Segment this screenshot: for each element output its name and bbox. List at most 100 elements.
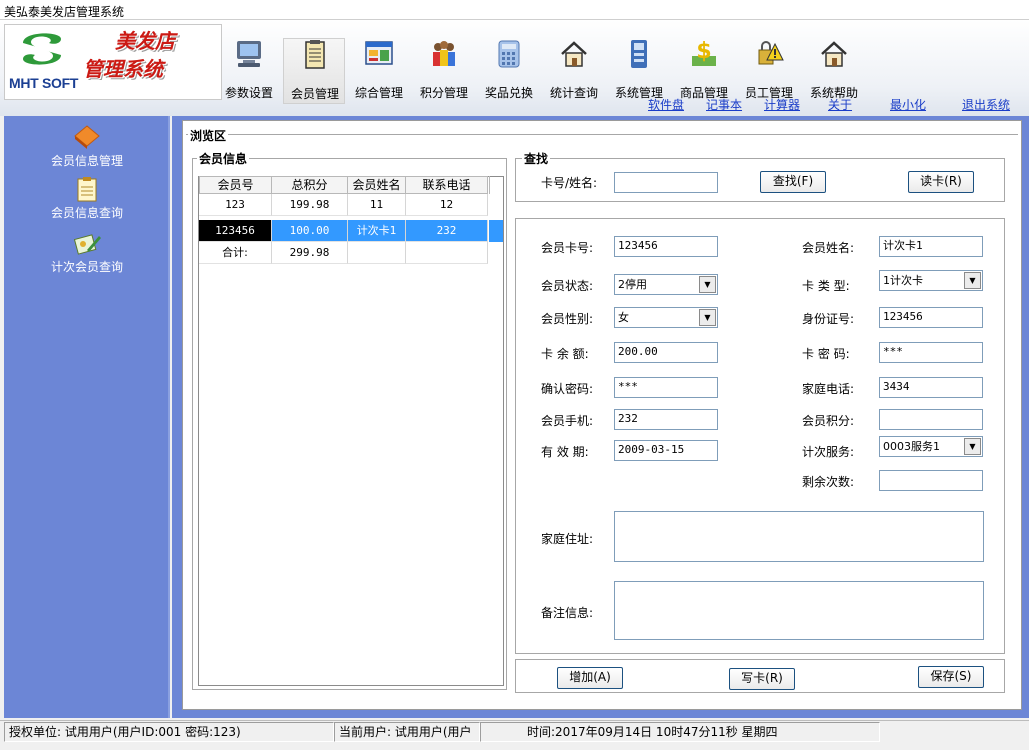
grid-cell: 100.00 [272,220,348,242]
table-row[interactable]: 123 199.98 11 12 [199,194,489,216]
home-phone-label: 家庭电话: [802,382,855,396]
member-info-title: 会员信息 [197,150,250,167]
member-name-field[interactable]: 计次卡1 [879,236,983,257]
table-row-selected[interactable]: 123456 100.00 计次卡1 232 [199,220,489,242]
grid-cell [406,242,488,264]
help-house-icon [821,41,847,67]
link-notepad[interactable]: 记事本 [706,96,742,113]
confirm-password-label: 确认密码: [541,382,594,396]
search-title: 查找 [522,150,551,167]
toolbar-system-help[interactable]: 系统帮助 [803,38,865,104]
gender-select[interactable]: 女 ▼ [614,307,718,328]
save-button[interactable]: 保存(S) [918,666,984,688]
diamond-icon [74,125,100,149]
toolbar-general-management[interactable]: 综合管理 [348,38,410,104]
card-type-select[interactable]: 1计次卡 ▼ [879,270,983,291]
logo-swoosh-icon [23,33,61,65]
member-name-label: 会员姓名: [802,241,855,255]
toolbar-points-management[interactable]: 积分管理 [413,38,475,104]
home-phone-field[interactable]: 3434 [879,377,983,398]
sidebar-item-label: 会员信息查询 [50,206,123,220]
sidebar-item-count-member-query[interactable]: 计次会员查询 [4,230,170,275]
chevron-down-icon[interactable]: ▼ [964,438,981,455]
status-org: 授权单位: 试用用户(用户ID:001 密码:123) [4,722,334,742]
grid-cell: 11 [348,194,406,216]
toolbar-member-management[interactable]: 会员管理 [283,38,345,104]
chevron-down-icon[interactable]: ▼ [964,272,981,289]
add-button[interactable]: 增加(A) [557,667,623,689]
logo-brand: MHT SOFT [9,75,79,91]
clipboard-icon [77,177,97,202]
read-card-button[interactable]: 读卡(R) [908,171,974,193]
grid-cell: 123456 [199,220,272,242]
card-password-label: 卡 密 码: [802,347,850,361]
status-label: 会员状态: [541,279,594,293]
warning-lock-icon [758,41,784,65]
status-select[interactable]: 2停用 ▼ [614,274,718,295]
toolbar-prize-exchange[interactable]: 奖品兑换 [478,38,540,104]
card-password-field[interactable]: *** [879,342,983,363]
grid-total-label: 合计: [199,242,272,264]
points-field[interactable] [879,409,983,430]
chevron-down-icon[interactable]: ▼ [699,309,716,326]
sidebar: 会员信息管理 会员信息查询 计次会员查询 [4,116,170,718]
mobile-label: 会员手机: [541,414,594,428]
card-pen-icon [73,234,101,255]
selected-row-tail [489,220,503,242]
grid-col-phone[interactable]: 联系电话 [406,176,488,194]
grid-cell: 计次卡1 [348,220,406,242]
toolbar-param-settings[interactable]: 参数设置 [218,38,280,104]
link-about[interactable]: 关于 [828,96,852,113]
window-titlebar: 美弘泰美发店管理系统 [0,0,1029,20]
window-icon [365,41,393,65]
settings-icon [631,40,647,68]
toolbar-goods-management[interactable]: $ 商品管理 [673,38,735,104]
balance-field[interactable]: 200.00 [614,342,718,363]
toolbar-staff-management[interactable]: 员工管理 [738,38,800,104]
card-no-field[interactable]: 123456 [614,236,718,257]
toolbar-label: 会员管理 [290,87,339,101]
write-card-button[interactable]: 写卡(R) [729,668,795,690]
link-soft-keyboard[interactable]: 软件盘 [648,96,684,113]
service-label: 计次服务: [802,445,855,459]
remarks-textarea[interactable] [614,581,984,640]
toolbar-label: 综合管理 [354,86,403,100]
id-no-field[interactable]: 123456 [879,307,983,328]
points-label: 会员积分: [802,414,855,428]
search-label: 卡号/姓名: [541,176,598,190]
remaining-field[interactable] [879,470,983,491]
browse-area-title: 浏览区 [188,127,229,144]
sidebar-item-member-info-management[interactable]: 会员信息管理 [4,124,170,169]
address-textarea[interactable] [614,511,984,562]
card-no-label: 会员卡号: [541,241,594,255]
grid-cell: 199.98 [272,194,348,216]
table-total-row: 合计: 299.98 [199,242,489,264]
toolbar-label: 参数设置 [224,86,273,100]
calculator-icon [498,40,520,68]
logo-title-line1: 美发店 [115,29,175,53]
grid-col-member-name[interactable]: 会员姓名 [348,176,406,194]
search-input[interactable] [614,172,718,193]
grid-col-total-points[interactable]: 总积分 [272,176,348,194]
link-calculator[interactable]: 计算器 [764,96,800,113]
header: MHT SOFT 美发店 管理系统 参数设置 会员管理 综合管理 积分管理 奖品… [0,20,1029,116]
mobile-field[interactable]: 232 [614,409,718,430]
link-minimize[interactable]: 最小化 [890,96,926,113]
sidebar-item-member-info-query[interactable]: 会员信息查询 [4,176,170,221]
service-select[interactable]: 0003服务1 ▼ [879,436,983,457]
grid-header-edge [489,176,490,194]
search-button[interactable]: 查找(F) [760,171,826,193]
status-value: 2停用 [618,278,647,291]
confirm-password-field[interactable]: *** [614,377,718,398]
expiry-field[interactable]: 2009-03-15 [614,440,718,461]
computer-icon [237,41,261,67]
link-exit-system[interactable]: 退出系统 [962,96,1010,113]
toolbar-label: 积分管理 [419,86,468,100]
grid-total-value: 299.98 [272,242,348,264]
toolbar-system-management[interactable]: 系统管理 [608,38,670,104]
grid-col-member-no[interactable]: 会员号 [199,176,272,194]
chevron-down-icon[interactable]: ▼ [699,276,716,293]
toolbar-statistics-query[interactable]: 统计查询 [543,38,605,104]
logo-title-line2: 管理系统 [83,57,163,81]
gender-value: 女 [618,311,629,324]
